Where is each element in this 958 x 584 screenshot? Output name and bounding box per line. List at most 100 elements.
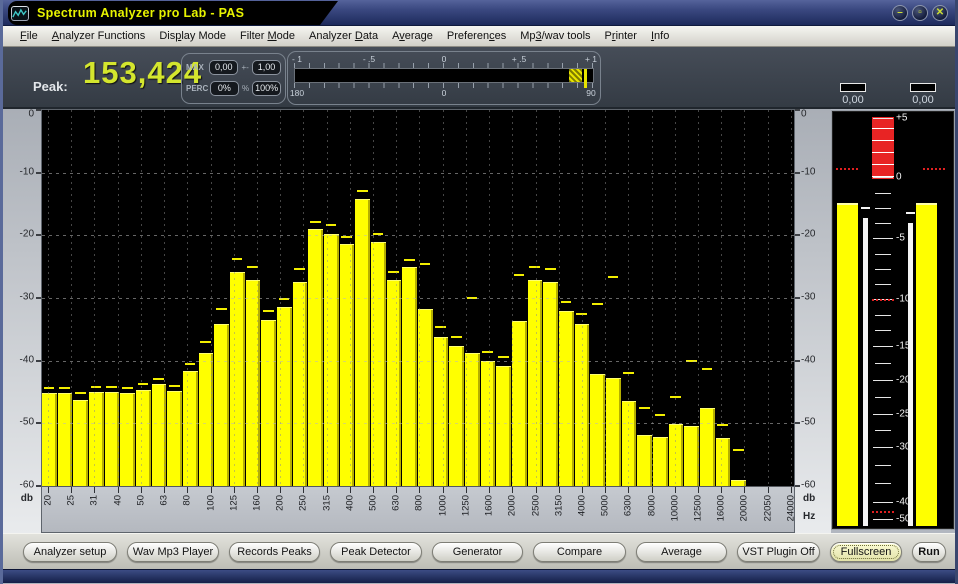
menu-item-analyzer-data[interactable]: Analyzer Data — [302, 28, 385, 44]
spectrum-bar — [559, 110, 575, 486]
vu-peak-red-marker — [923, 168, 946, 170]
button-run[interactable]: Run — [912, 542, 946, 562]
slider-scale-label: + .5 — [512, 54, 526, 64]
peak-hold-marker — [216, 308, 227, 310]
spectrum-bar-fill — [214, 324, 229, 486]
spectrum-bar — [731, 110, 747, 486]
spectrum-bar — [653, 110, 669, 486]
menu-item-printer[interactable]: Printer — [598, 28, 644, 44]
button-peak-detector[interactable]: Peak Detector — [330, 542, 422, 562]
menu-item-info[interactable]: Info — [644, 28, 676, 44]
db-tick-label: -10 — [801, 166, 815, 177]
button-wav-mp3-player[interactable]: Wav Mp3 Player — [127, 542, 219, 562]
button-analyzer-setup[interactable]: Analyzer setup — [23, 542, 117, 562]
perc-input-2[interactable]: 100% — [252, 81, 281, 96]
spectrum-bar — [700, 110, 716, 486]
peak-hold-marker — [153, 378, 164, 380]
max-input-2[interactable]: 1,00 — [252, 60, 281, 75]
db-scale-right: 0-10-20-30-40-50-60dbHz — [795, 109, 831, 533]
plot-column: 2025314050638010012516020025031540050063… — [41, 109, 795, 533]
db-tick-mark — [36, 485, 41, 487]
freq-tick-label: 500 — [368, 495, 379, 511]
spectrum-bar — [465, 110, 481, 486]
spectrum-bar-fill — [324, 234, 339, 486]
max-input[interactable]: 0,00 — [209, 60, 238, 75]
slider-handle[interactable] — [569, 69, 582, 82]
button-fullscreen[interactable]: Fullscreen — [830, 542, 902, 562]
spectrum-bar-fill — [559, 311, 574, 486]
freq-tick-mark — [373, 487, 374, 493]
minimize-icon[interactable]: – — [892, 5, 908, 21]
readout-left-value: 0,00 — [831, 94, 875, 106]
maximize-icon[interactable]: ▫ — [912, 5, 928, 21]
spectrum-bar — [512, 110, 528, 486]
peak-hold-marker — [326, 224, 337, 226]
peak-hold-marker — [185, 363, 196, 365]
menu-item-analyzer-functions[interactable]: Analyzer Functions — [45, 28, 153, 44]
menu-item-average[interactable]: Average — [385, 28, 440, 44]
readout-right: 0,00 — [901, 83, 945, 106]
menu-bar: FileAnalyzer FunctionsDisplay ModeFilter… — [3, 26, 955, 47]
vu-scale-tick — [873, 177, 893, 178]
db-tick-label: -40 — [20, 354, 34, 365]
peak-hold-marker — [608, 276, 619, 278]
peak-hold-marker — [44, 387, 55, 389]
spectrum-bar-fill — [73, 400, 88, 486]
freq-tick-label: 20000 — [739, 495, 750, 521]
top-panel: Peak: 153,424 MAX 0,00 +- 1,00 PERC 0% %… — [3, 47, 955, 109]
spectrum-bar-fill — [261, 320, 276, 486]
freq-tick-label: 315 — [321, 495, 332, 511]
spectrum-bar — [246, 110, 262, 486]
spectrum-bar-fill — [105, 392, 120, 486]
peak-hold-marker — [341, 236, 352, 238]
vu-red-zone — [872, 117, 894, 179]
peak-hold-marker — [294, 268, 305, 270]
button-vst-plugin-off[interactable]: VST Plugin Off — [737, 542, 820, 562]
peak-hold-marker — [451, 336, 462, 338]
db-tick-label: 0 — [801, 109, 807, 120]
peak-hold-marker — [686, 360, 697, 362]
peak-hold-marker — [639, 407, 650, 409]
menu-item-mp3-wav-tools[interactable]: Mp3/wav tools — [513, 28, 597, 44]
menu-item-filter-mode[interactable]: Filter Mode — [233, 28, 302, 44]
menu-item-display-mode[interactable]: Display Mode — [152, 28, 233, 44]
slider-scale-label: + 1 — [585, 54, 597, 64]
freq-tick-mark — [489, 487, 490, 493]
spectrum-bar — [277, 110, 293, 486]
freq-tick-label: 630 — [391, 495, 402, 511]
spectrum-bar-fill — [402, 267, 417, 486]
vu-scale-label: +5 — [896, 112, 907, 123]
button-records-peaks[interactable]: Records Peaks — [229, 542, 320, 562]
slider-track[interactable] — [294, 68, 594, 83]
vu-scale-label: -40 — [896, 496, 910, 507]
freq-tick-label: 800 — [414, 495, 425, 511]
vu-scale-minor-tick — [875, 208, 891, 209]
button-compare[interactable]: Compare — [533, 542, 626, 562]
db-tick-mark — [795, 109, 800, 111]
peak-hold-marker — [247, 266, 258, 268]
db-tick-label: -20 — [801, 229, 815, 240]
peak-hold-marker — [561, 301, 572, 303]
spectrum-bar-fill — [387, 280, 402, 486]
db-tick-mark — [795, 234, 800, 236]
spectrum-bar-fill — [465, 353, 480, 486]
vu-peak-bar-left — [863, 218, 868, 526]
db-tick-label: -40 — [801, 354, 815, 365]
freq-tick-mark — [187, 487, 188, 493]
freq-tick-mark — [327, 487, 328, 493]
freq-tick-mark — [559, 487, 560, 493]
window-controls: – ▫ ✕ — [892, 5, 948, 21]
db-tick-mark — [795, 297, 800, 299]
freq-tick-mark — [94, 487, 95, 493]
close-icon[interactable]: ✕ — [932, 5, 948, 21]
button-average[interactable]: Average — [636, 542, 727, 562]
menu-item-preferences[interactable]: Preferences — [440, 28, 513, 44]
menu-item-file[interactable]: File — [13, 28, 45, 44]
button-generator[interactable]: Generator — [432, 542, 523, 562]
perc-input[interactable]: 0% — [210, 81, 239, 96]
spectrum-plot[interactable] — [42, 110, 794, 486]
freq-tick-mark — [419, 487, 420, 493]
spectrum-bar — [543, 110, 559, 486]
vu-scale-tick — [873, 519, 893, 520]
vu-scale-label: -20 — [896, 375, 910, 386]
